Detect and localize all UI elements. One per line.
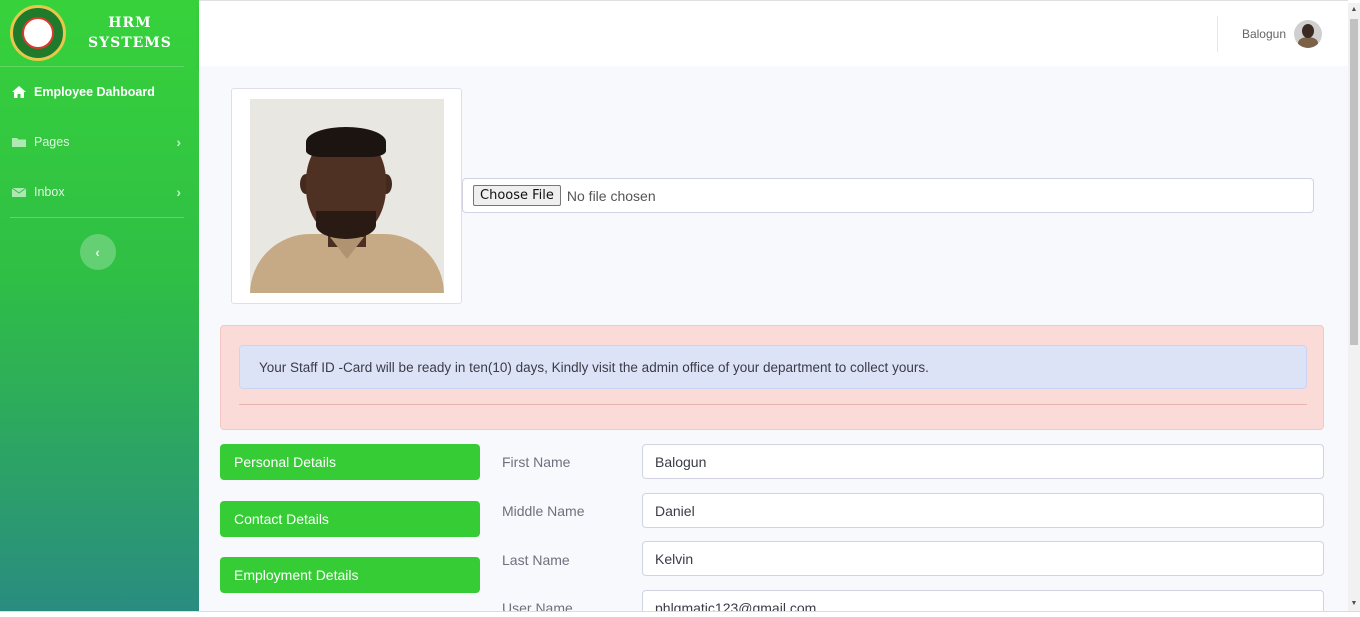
folder-icon	[12, 138, 26, 147]
window-bottom-edge	[0, 611, 1360, 617]
chevron-right-icon: ›	[176, 134, 181, 150]
page-scrollbar[interactable]: ▲ ▼	[1348, 3, 1360, 611]
brand-title: HRM SYSTEMS	[88, 13, 172, 53]
middle-name-value: Daniel	[655, 502, 695, 519]
tab-contact-details[interactable]: Contact Details	[220, 501, 480, 537]
sidebar-divider	[10, 217, 184, 218]
username: Balogun	[1241, 27, 1286, 41]
profile-photo-frame	[231, 88, 462, 304]
notice-panel: Your Staff ID -Card will be ready in ten…	[220, 325, 1324, 430]
first-name-label: First Name	[502, 454, 571, 470]
first-name-field[interactable]: Balogun	[642, 444, 1324, 479]
last-name-field[interactable]: Kelvin	[642, 541, 1324, 576]
profile-photo	[250, 99, 444, 293]
last-name-label: Last Name	[502, 552, 570, 568]
chevron-left-icon: ‹	[95, 244, 100, 260]
topbar: Balogun	[199, 3, 1348, 66]
first-name-value: Balogun	[655, 453, 707, 470]
user-name-label: User Name	[502, 600, 573, 611]
id-card-notice: Your Staff ID -Card will be ready in ten…	[239, 345, 1307, 389]
sidebar-item-inbox[interactable]: Inbox ›	[0, 167, 199, 217]
photo-file-input[interactable]: Choose File No file chosen	[462, 178, 1314, 213]
id-card-notice-text: Your Staff ID -Card will be ready in ten…	[259, 359, 929, 375]
sidebar: HRM SYSTEMS Employee Dahboard Pages › In…	[0, 0, 199, 611]
sidebar-item-label: Inbox	[34, 185, 65, 199]
file-status: No file chosen	[566, 187, 656, 204]
last-name-value: Kelvin	[655, 550, 694, 567]
sidebar-item-label: Employee Dahboard	[34, 85, 155, 99]
university-logo	[10, 5, 66, 61]
user-name-field[interactable]: phlgmatic123@gmail.com	[642, 590, 1324, 611]
envelope-icon	[12, 187, 26, 197]
sidebar-item-label: Pages	[34, 135, 70, 149]
tab-label: Personal Details	[234, 454, 336, 470]
tab-employment-details[interactable]: Employment Details	[220, 557, 480, 593]
chevron-right-icon: ›	[176, 184, 181, 200]
tab-label: Contact Details	[234, 511, 329, 527]
brand-line-2: SYSTEMS	[88, 35, 172, 51]
brand[interactable]: HRM SYSTEMS	[0, 0, 184, 67]
home-icon	[12, 86, 26, 98]
sidebar-item-pages[interactable]: Pages ›	[0, 117, 199, 167]
tab-personal-details[interactable]: Personal Details	[220, 444, 480, 480]
sidebar-toggle-button[interactable]: ‹	[79, 234, 116, 270]
notice-divider	[239, 404, 1307, 405]
user-menu[interactable]: Balogun	[1242, 20, 1322, 48]
choose-file-button[interactable]: Choose File	[473, 185, 561, 206]
avatar	[1294, 20, 1322, 48]
middle-name-field[interactable]: Daniel	[642, 493, 1324, 528]
tab-label: Employment Details	[234, 567, 359, 583]
scroll-down-icon[interactable]: ▼	[1348, 597, 1360, 611]
scrollbar-thumb[interactable]	[1350, 19, 1358, 345]
scroll-up-icon[interactable]: ▲	[1348, 3, 1360, 17]
sidebar-item-dashboard[interactable]: Employee Dahboard	[0, 67, 199, 117]
middle-name-label: Middle Name	[502, 503, 585, 519]
main-content: Choose File No file chosen Your Staff ID…	[199, 66, 1348, 611]
brand-line-1: HRM	[108, 15, 152, 31]
user-name-value: phlgmatic123@gmail.com	[655, 599, 817, 612]
topbar-divider	[1217, 16, 1218, 52]
